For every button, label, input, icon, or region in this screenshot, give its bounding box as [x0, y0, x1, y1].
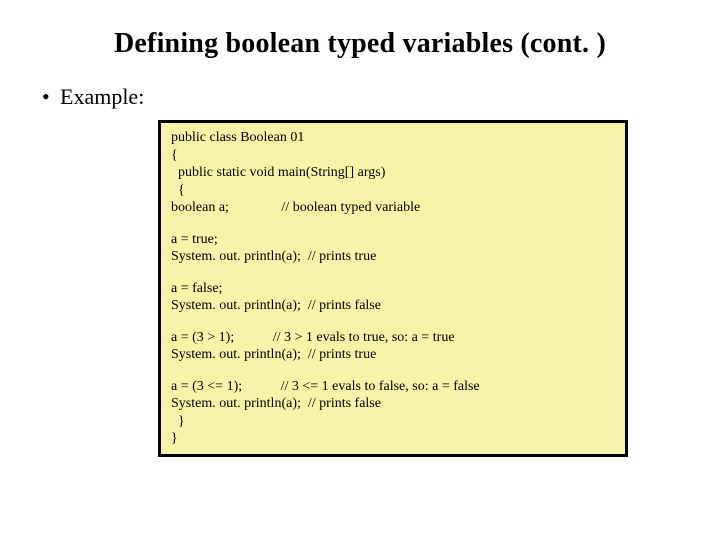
code-line: a = (3 > 1); // 3 > 1 evals to true, so:…: [171, 329, 615, 347]
code-line: System. out. println(a); // prints true: [171, 248, 615, 266]
code-line: {: [171, 147, 615, 165]
code-blank: [171, 315, 615, 329]
code-line: System. out. println(a); // prints false: [171, 297, 615, 315]
bullet-text: Example:: [60, 84, 144, 110]
code-block: public class Boolean 01 { public static …: [158, 120, 628, 457]
code-line: System. out. println(a); // prints true: [171, 346, 615, 364]
code-line: {: [171, 182, 615, 200]
code-line: a = false;: [171, 280, 615, 298]
code-line: a = (3 <= 1); // 3 <= 1 evals to false, …: [171, 378, 615, 396]
code-line: boolean a; // boolean typed variable: [171, 199, 615, 217]
page-title: Defining boolean typed variables (cont. …: [30, 28, 690, 60]
example-bullet: • Example:: [42, 84, 690, 110]
code-blank: [171, 217, 615, 231]
code-line: }: [171, 430, 615, 448]
code-line: public static void main(String[] args): [171, 164, 615, 182]
code-line: a = true;: [171, 231, 615, 249]
code-line: public class Boolean 01: [171, 129, 615, 147]
bullet-dot-icon: •: [42, 84, 60, 110]
code-line: }: [171, 413, 615, 431]
code-blank: [171, 266, 615, 280]
code-blank: [171, 364, 615, 378]
code-line: System. out. println(a); // prints false: [171, 395, 615, 413]
slide: Defining boolean typed variables (cont. …: [0, 0, 720, 540]
